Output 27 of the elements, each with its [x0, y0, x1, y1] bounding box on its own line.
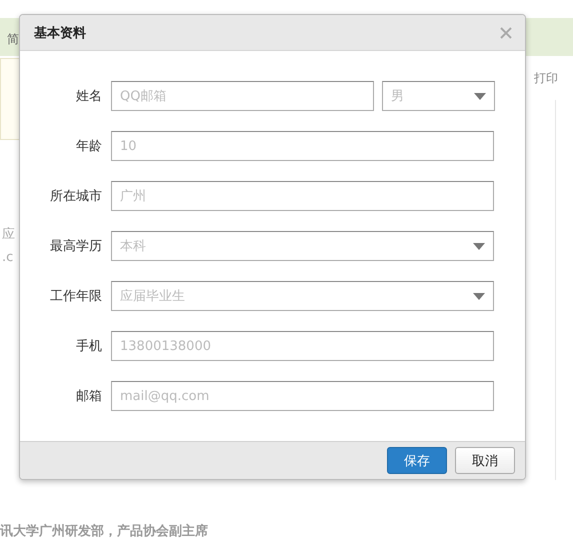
input-field[interactable]: mail@qq.com: [111, 381, 494, 411]
field-label: 最高学历: [49, 238, 102, 255]
dropdown[interactable]: 本科: [111, 231, 494, 261]
input-field[interactable]: 广州: [111, 181, 494, 211]
input-field[interactable]: QQ邮箱: [111, 81, 374, 111]
close-icon[interactable]: [500, 26, 512, 38]
cancel-button[interactable]: 取消: [455, 447, 515, 474]
caret-icon: [473, 242, 485, 250]
text-fragment: .c: [2, 250, 14, 265]
input-field[interactable]: 10: [111, 131, 494, 161]
profile-text: 讯大学广州研发部，产品协会副主席: [0, 522, 208, 538]
field-label: 年龄: [75, 138, 102, 155]
field-label: 手机: [75, 338, 102, 355]
field-label: 所在城市: [49, 188, 102, 205]
field-label: 工作年限: [49, 288, 102, 305]
print-link[interactable]: 打印: [534, 70, 558, 87]
caret-icon: [474, 92, 486, 100]
tab[interactable]: 简: [7, 31, 19, 48]
caret-icon: [473, 292, 485, 300]
dialog-title: 基本资料: [34, 24, 86, 42]
dropdown[interactable]: 男: [382, 81, 495, 111]
field-label: 姓名: [75, 88, 102, 105]
dropdown[interactable]: 应届毕业生: [111, 281, 494, 311]
input-field[interactable]: 13800138000: [111, 331, 494, 361]
text-fragment: 应: [2, 226, 15, 243]
field-label: 邮箱: [75, 388, 102, 405]
save-button[interactable]: 保存: [387, 447, 447, 474]
